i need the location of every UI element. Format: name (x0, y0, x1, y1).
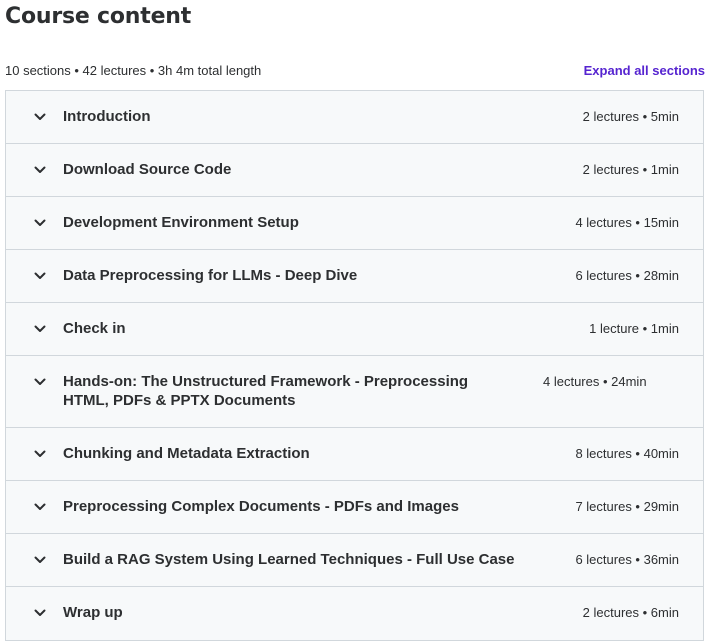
section-meta: 7 lectures • 29min (575, 499, 679, 514)
section-meta: 6 lectures • 36min (575, 552, 679, 567)
section-meta: 2 lectures • 5min (582, 109, 679, 124)
section-meta: 8 lectures • 40min (575, 446, 679, 461)
section-item-check-in[interactable]: Check in 1 lecture • 1min (6, 303, 703, 356)
expand-all-sections-button[interactable]: Expand all sections (584, 63, 705, 78)
section-meta: 2 lectures • 1min (582, 162, 679, 177)
chevron-down-icon (34, 372, 46, 392)
page-title: Course content (5, 4, 192, 29)
course-summary: 10 sections • 42 lectures • 3h 4m total … (5, 62, 262, 78)
section-meta: 4 lectures • 15min (575, 215, 679, 230)
chevron-down-icon (34, 319, 46, 339)
section-item-introduction[interactable]: Introduction 2 lectures • 5min (6, 91, 703, 144)
section-title: Check in (63, 320, 126, 337)
section-item-chunking-metadata[interactable]: Chunking and Metadata Extraction 8 lectu… (6, 428, 703, 481)
section-title: Wrap up (63, 604, 123, 621)
section-item-download-source-code[interactable]: Download Source Code 2 lectures • 1min (6, 144, 703, 197)
chevron-down-icon (34, 107, 46, 127)
section-title: Preprocessing Complex Documents - PDFs a… (63, 498, 459, 515)
section-item-development-environment-setup[interactable]: Development Environment Setup 4 lectures… (6, 197, 703, 250)
section-title: Download Source Code (63, 161, 232, 178)
section-meta: 1 lecture • 1min (589, 321, 679, 336)
section-title: Development Environment Setup (63, 214, 299, 231)
sections-list: Introduction 2 lectures • 5min Download … (5, 90, 704, 641)
section-item-build-rag-system[interactable]: Build a RAG System Using Learned Techniq… (6, 534, 703, 587)
section-title: Data Preprocessing for LLMs - Deep Dive (63, 267, 358, 284)
chevron-down-icon (34, 213, 46, 233)
chevron-down-icon (34, 550, 46, 570)
section-meta: 4 lectures • 24min (543, 374, 647, 389)
section-item-unstructured-framework[interactable]: Hands-on: The Unstructured Framework - P… (6, 356, 703, 428)
section-item-wrap-up[interactable]: Wrap up 2 lectures • 6min (6, 587, 703, 640)
section-title: Chunking and Metadata Extraction (63, 445, 310, 462)
course-summary-row: 10 sections • 42 lectures • 3h 4m total … (5, 61, 705, 79)
section-title: Hands-on: The Unstructured Framework - P… (63, 373, 469, 409)
section-title: Build a RAG System Using Learned Techniq… (63, 551, 515, 568)
section-item-complex-documents[interactable]: Preprocessing Complex Documents - PDFs a… (6, 481, 703, 534)
chevron-down-icon (34, 444, 46, 464)
section-meta: 2 lectures • 6min (582, 605, 679, 620)
chevron-down-icon (34, 266, 46, 286)
chevron-down-icon (34, 160, 46, 180)
section-title: Introduction (63, 108, 151, 125)
section-meta: 6 lectures • 28min (575, 268, 679, 283)
section-item-data-preprocessing[interactable]: Data Preprocessing for LLMs - Deep Dive … (6, 250, 703, 303)
chevron-down-icon (34, 497, 46, 517)
chevron-down-icon (34, 603, 46, 623)
